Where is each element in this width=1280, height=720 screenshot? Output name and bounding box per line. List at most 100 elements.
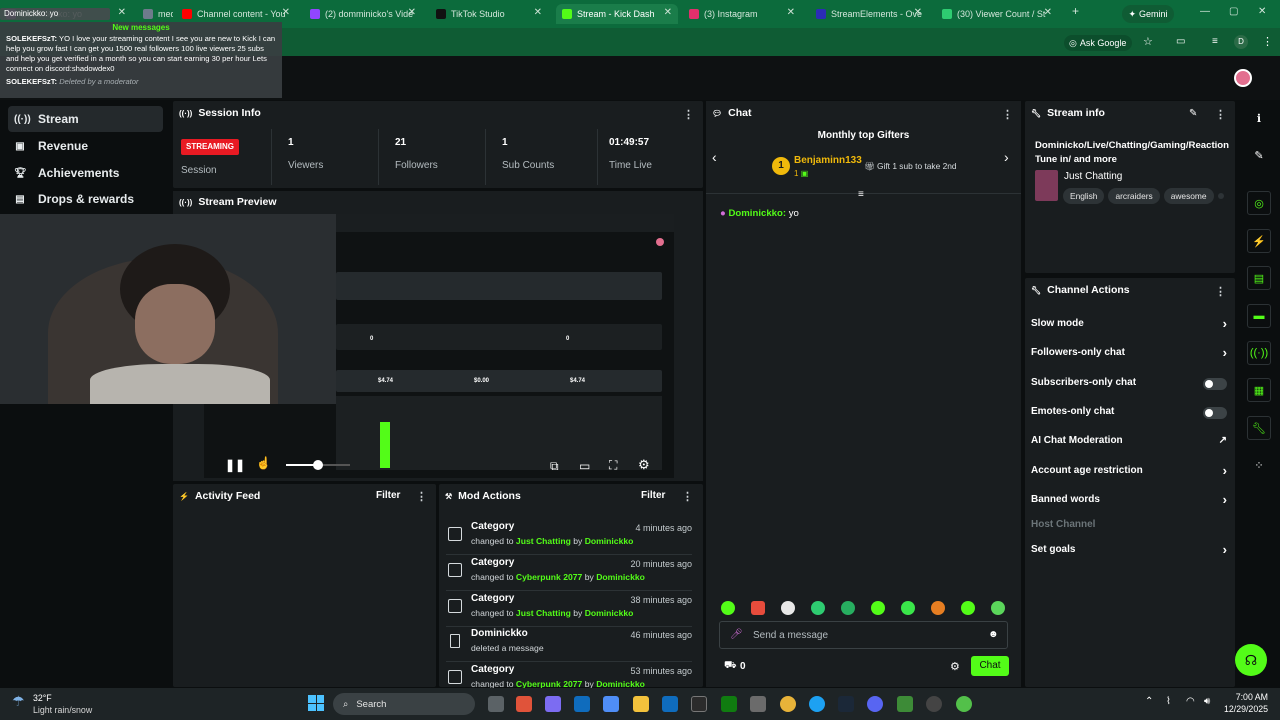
profile-avatar[interactable]: D [1234,35,1248,49]
nav-item-drops[interactable]: ▤ Drops & rewards [8,186,163,212]
account-age-row[interactable]: Account age restriction › [1031,463,1227,481]
clock-date[interactable]: 12/29/2025 [1218,704,1268,714]
target-icon[interactable]: ◎ [1247,191,1271,215]
points-icon[interactable]: ⛟ [724,660,737,673]
volume-knob[interactable] [313,460,323,470]
category-thumbnail[interactable] [1035,170,1058,201]
gemini-button[interactable]: ✦ Gemini [1122,5,1174,23]
emote-icon[interactable] [871,601,885,615]
followers-only-row[interactable]: Followers-only chat › [1031,345,1227,363]
emote-icon[interactable] [931,601,945,615]
close-tab-icon[interactable]: ✕ [914,7,922,18]
close-tab-icon[interactable]: ✕ [408,7,416,18]
emote-icon[interactable] [991,601,1005,615]
stream-info-menu-icon[interactable]: ⋮ [1215,108,1226,121]
tag-chip[interactable]: arcraiders [1108,188,1160,204]
outlook-icon[interactable] [574,696,590,712]
app-icon[interactable] [516,696,532,712]
browser-tab[interactable]: (3) Instagram ✕ [683,4,801,24]
settings-gear-icon[interactable]: ⚙ [638,457,650,473]
emote-icon[interactable] [841,601,855,615]
emote-icon[interactable] [751,601,765,615]
browser-tab[interactable]: Channel content - You ✕ [176,4,296,24]
slow-mode-row[interactable]: Slow mode › [1031,316,1227,334]
nav-item-revenue[interactable]: ▣ Revenue [8,133,163,159]
nav-item-achievements[interactable]: 🏆︎ Achievements [8,160,163,186]
app-icon[interactable] [897,696,913,712]
tag-chip[interactable]: awesome [1163,188,1214,204]
close-window-button[interactable]: ✕ [1258,6,1266,17]
clipboard-icon[interactable]: ▤ [1247,266,1271,290]
emoji-icon[interactable]: ☻ [988,629,999,640]
app-icon[interactable] [603,696,619,712]
broadcast-icon[interactable]: ((·)) [1247,341,1271,365]
wrench-icon[interactable]: 🔧︎ [1247,416,1271,440]
lightning-icon[interactable]: ⚡ [1247,229,1271,253]
chevron-left-icon[interactable]: ‹ [712,149,717,165]
session-menu-icon[interactable]: ⋮ [683,108,694,121]
channel-actions-menu-icon[interactable]: ⋮ [1215,285,1226,298]
copilot-icon[interactable] [545,696,561,712]
clock-time[interactable]: 7:00 AM [1226,692,1268,702]
pause-icon[interactable]: ❚❚ [225,458,245,472]
mic-icon[interactable]: 🎤︎ [730,629,743,640]
new-messages-label[interactable]: New messages [6,22,276,34]
browser-tab[interactable]: (30) Viewer Count / St ✕ [936,4,1058,24]
browser-tab[interactable]: TikTok Studio ✕ [430,4,548,24]
app-icon[interactable] [662,696,678,712]
ai-moderation-row[interactable]: AI Chat Moderation ↗ [1031,435,1227,451]
layout-icon[interactable]: ▦ [1247,378,1271,402]
chat-bubble-icon[interactable]: ▬ [1247,304,1271,328]
category-name[interactable]: Just Chatting [1064,171,1122,182]
apps-icon[interactable]: ⁘ [1247,453,1271,477]
taskbar-search[interactable]: ⌕ Search [333,693,475,715]
send-chat-button[interactable]: Chat [971,656,1009,676]
ask-google-button[interactable]: ◎ Ask Google [1064,35,1132,51]
maximize-button[interactable]: ▢ [1229,6,1238,17]
browser-tab[interactable]: StreamElements - Ove ✕ [810,4,928,24]
edit-icon[interactable]: ✎ [1247,143,1271,167]
browser-menu-icon[interactable]: ⋮ [1262,35,1273,48]
windows-start-icon[interactable] [308,695,324,711]
theater-icon[interactable]: ▭ [579,459,590,473]
wifi-icon[interactable]: ◠ [1186,696,1195,707]
activity-menu-icon[interactable]: ⋮ [416,490,427,503]
chat-settings-icon[interactable]: ⚙ [950,660,960,673]
user-avatar[interactable] [1234,69,1252,87]
edit-pencil-icon[interactable]: ✎ [1189,108,1197,119]
browser-tab[interactable]: media [137,4,173,24]
chat-menu-icon[interactable]: ⋮ [1002,108,1013,121]
emote-icon[interactable] [901,601,915,615]
emote-icon[interactable] [811,601,825,615]
info-icon[interactable]: ℹ [1247,106,1271,130]
close-tab-icon[interactable]: ✕ [118,7,126,18]
emote-icon[interactable] [721,601,735,615]
set-goals-row[interactable]: Set goals › [1031,542,1227,560]
minimize-button[interactable]: — [1200,6,1210,17]
discord-icon[interactable] [867,696,883,712]
pip-icon[interactable]: ⧉ [550,459,559,474]
network-icon[interactable]: ⌇ [1166,696,1171,707]
chat-input[interactable]: 🎤︎ Send a message ☻ [719,621,1008,649]
close-tab-icon[interactable]: ✕ [534,7,542,18]
chevron-right-icon[interactable]: › [1004,149,1009,165]
collapse-icon[interactable]: ≡ [858,189,864,200]
weather-desc[interactable]: Light rain/snow [33,705,92,715]
emote-icon[interactable] [961,601,975,615]
mod-filter-button[interactable]: Filter [641,490,665,501]
tag-chip[interactable] [1217,193,1224,199]
file-explorer-icon[interactable] [633,696,649,712]
top-gifter-name[interactable]: Benjaminn133 [794,155,862,166]
mod-menu-icon[interactable]: ⋮ [682,490,693,503]
weather-temp[interactable]: 32°F [33,693,52,703]
steam-icon[interactable] [838,696,854,712]
chrome-icon[interactable] [956,696,972,712]
chrome-icon[interactable] [780,696,796,712]
reading-list-icon[interactable]: ≡ [1212,36,1218,47]
emote-icon[interactable] [781,601,795,615]
bookmark-star-icon[interactable]: ☆ [1143,35,1153,48]
support-headset-icon[interactable]: ☊ [1235,644,1267,676]
nav-item-stream[interactable]: ((·)) Stream [8,106,163,132]
close-tab-icon[interactable]: ✕ [1044,7,1052,18]
emotes-only-toggle[interactable] [1203,407,1227,419]
